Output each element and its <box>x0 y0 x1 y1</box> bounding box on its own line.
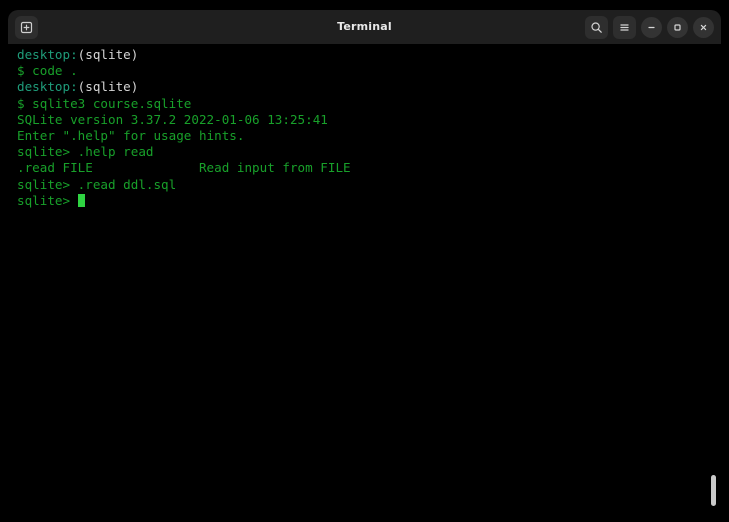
terminal-line: sqlite> .help read <box>17 144 721 160</box>
terminal-text: $ code . <box>17 63 78 79</box>
terminal-line: desktop:(sqlite) <box>17 79 721 95</box>
terminal-text: Enter ".help" for usage hints. <box>17 128 245 144</box>
menu-button[interactable] <box>613 15 636 39</box>
close-icon <box>698 22 709 33</box>
maximize-button[interactable] <box>667 16 688 38</box>
new-terminal-icon <box>20 21 33 34</box>
terminal-line: sqlite> <box>17 193 721 209</box>
new-terminal-button[interactable] <box>15 15 38 39</box>
close-button[interactable] <box>693 16 714 38</box>
maximize-icon <box>672 22 683 33</box>
terminal-text: sqlite> .read ddl.sql <box>17 176 177 192</box>
minimize-icon <box>646 22 657 33</box>
terminal-window: Terminal desktop:(sqlite) $ code . deskt… <box>8 10 721 522</box>
terminal-text: desktop: <box>17 79 78 95</box>
terminal-text: (sqlite) <box>77 47 139 62</box>
terminal-output[interactable]: desktop:(sqlite) $ code . desktop:(sqlite)… <box>8 44 721 522</box>
terminal-line: SQLite version 3.37.2 2022-01-06 13:25:4… <box>17 112 721 128</box>
minimize-button[interactable] <box>641 16 662 38</box>
window-titlebar[interactable]: Terminal <box>8 10 721 44</box>
titlebar-right-group <box>585 15 714 39</box>
terminal-cursor <box>77 193 86 207</box>
terminal-line: $ code . <box>17 63 721 79</box>
terminal-line: $ sqlite3 course.sqlite <box>17 96 721 112</box>
terminal-scrollbar[interactable] <box>705 44 719 522</box>
terminal-text: desktop: <box>17 47 78 62</box>
terminal-line: sqlite> .read ddl.sql <box>17 177 721 193</box>
terminal-text: $ sqlite3 course.sqlite <box>17 95 192 111</box>
terminal-text: SQLite version 3.37.2 2022-01-06 13:25:4… <box>17 111 328 127</box>
vertical-scroll-thumb[interactable] <box>711 475 716 506</box>
terminal-line: .read FILE Read input from FILE <box>17 160 721 176</box>
terminal-text: .read FILE Read input from FILE <box>17 160 351 176</box>
hamburger-menu-icon <box>618 21 631 34</box>
terminal-text: (sqlite) <box>77 79 139 95</box>
search-icon <box>590 21 603 34</box>
screen: Terminal desktop:(sqlite) $ code . deskt… <box>0 0 729 522</box>
titlebar-left-group <box>15 15 38 39</box>
terminal-line: Enter ".help" for usage hints. <box>17 128 721 144</box>
terminal-text: sqlite> <box>17 192 78 208</box>
search-button[interactable] <box>585 15 608 39</box>
terminal-text: sqlite> .help read <box>17 144 154 160</box>
terminal-line: desktop:(sqlite) <box>17 47 721 63</box>
